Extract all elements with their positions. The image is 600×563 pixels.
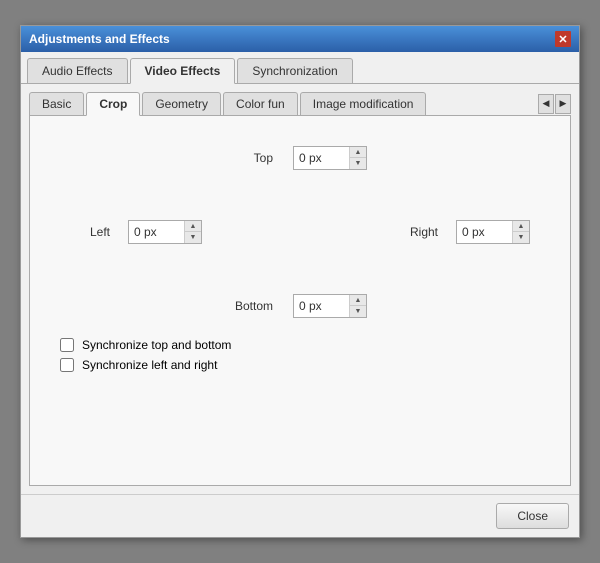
sub-tabs-container: Basic Crop Geometry Color fun Image modi… <box>29 92 538 115</box>
top-spinbox-buttons: ▲ ▼ <box>349 147 366 169</box>
bottom-spinbox-buttons: ▲ ▼ <box>349 295 366 317</box>
tab-color-fun[interactable]: Color fun <box>223 92 298 115</box>
dialog-window: Adjustments and Effects ✕ Audio Effects … <box>20 25 580 538</box>
checkboxes-container: Synchronize top and bottom Synchronize l… <box>60 338 540 372</box>
content-area: Basic Crop Geometry Color fun Image modi… <box>21 84 579 494</box>
tab-geometry[interactable]: Geometry <box>142 92 221 115</box>
top-field-row: Top ▲ ▼ <box>60 146 540 170</box>
sub-tabs-row: Basic Crop Geometry Color fun Image modi… <box>29 92 571 116</box>
left-increment-button[interactable]: ▲ <box>185 221 201 232</box>
bottom-increment-button[interactable]: ▲ <box>350 295 366 306</box>
left-right-row: Left ▲ ▼ Right ▲ <box>70 220 530 244</box>
sub-tab-next-button[interactable]: ▶ <box>555 94 571 114</box>
top-input[interactable] <box>294 148 349 168</box>
sync-left-right-label: Synchronize left and right <box>82 358 217 372</box>
sync-top-bottom-label: Synchronize top and bottom <box>82 338 231 352</box>
bottom-spinbox: ▲ ▼ <box>293 294 367 318</box>
sub-tab-nav: ◀ ▶ <box>538 94 571 114</box>
bottom-label: Bottom <box>233 299 273 313</box>
tab-crop[interactable]: Crop <box>86 92 140 116</box>
title-bar: Adjustments and Effects ✕ <box>21 26 579 52</box>
top-spinbox: ▲ ▼ <box>293 146 367 170</box>
tab-synchronization[interactable]: Synchronization <box>237 58 352 83</box>
left-spinbox: ▲ ▼ <box>128 220 202 244</box>
title-bar-close-button[interactable]: ✕ <box>555 31 571 47</box>
sync-left-right-checkbox[interactable] <box>60 358 74 372</box>
sync-top-bottom-row: Synchronize top and bottom <box>60 338 540 352</box>
top-label: Top <box>233 151 273 165</box>
sync-top-bottom-checkbox[interactable] <box>60 338 74 352</box>
left-spinbox-buttons: ▲ ▼ <box>184 221 201 243</box>
top-increment-button[interactable]: ▲ <box>350 147 366 158</box>
left-decrement-button[interactable]: ▼ <box>185 232 201 243</box>
top-decrement-button[interactable]: ▼ <box>350 158 366 169</box>
right-spinbox: ▲ ▼ <box>456 220 530 244</box>
right-field: Right ▲ ▼ <box>398 220 530 244</box>
dialog-title: Adjustments and Effects <box>29 32 170 46</box>
main-tabs-container: Audio Effects Video Effects Synchronizat… <box>21 52 579 84</box>
crop-panel: Top ▲ ▼ Left ▲ ▼ <box>29 116 571 486</box>
tab-audio-effects[interactable]: Audio Effects <box>27 58 128 83</box>
close-button[interactable]: Close <box>496 503 569 529</box>
left-input[interactable] <box>129 222 184 242</box>
sync-left-right-row: Synchronize left and right <box>60 358 540 372</box>
left-field: Left ▲ ▼ <box>70 220 202 244</box>
tab-basic[interactable]: Basic <box>29 92 84 115</box>
right-increment-button[interactable]: ▲ <box>513 221 529 232</box>
tab-video-effects[interactable]: Video Effects <box>130 58 236 84</box>
sub-tab-prev-button[interactable]: ◀ <box>538 94 554 114</box>
right-label: Right <box>398 225 438 239</box>
bottom-input[interactable] <box>294 296 349 316</box>
bottom-decrement-button[interactable]: ▼ <box>350 306 366 317</box>
right-decrement-button[interactable]: ▼ <box>513 232 529 243</box>
bottom-field-row: Bottom ▲ ▼ <box>60 294 540 318</box>
right-spinbox-buttons: ▲ ▼ <box>512 221 529 243</box>
tab-image-modification[interactable]: Image modification <box>300 92 427 115</box>
left-label: Left <box>70 225 110 239</box>
right-input[interactable] <box>457 222 512 242</box>
dialog-footer: Close <box>21 494 579 537</box>
